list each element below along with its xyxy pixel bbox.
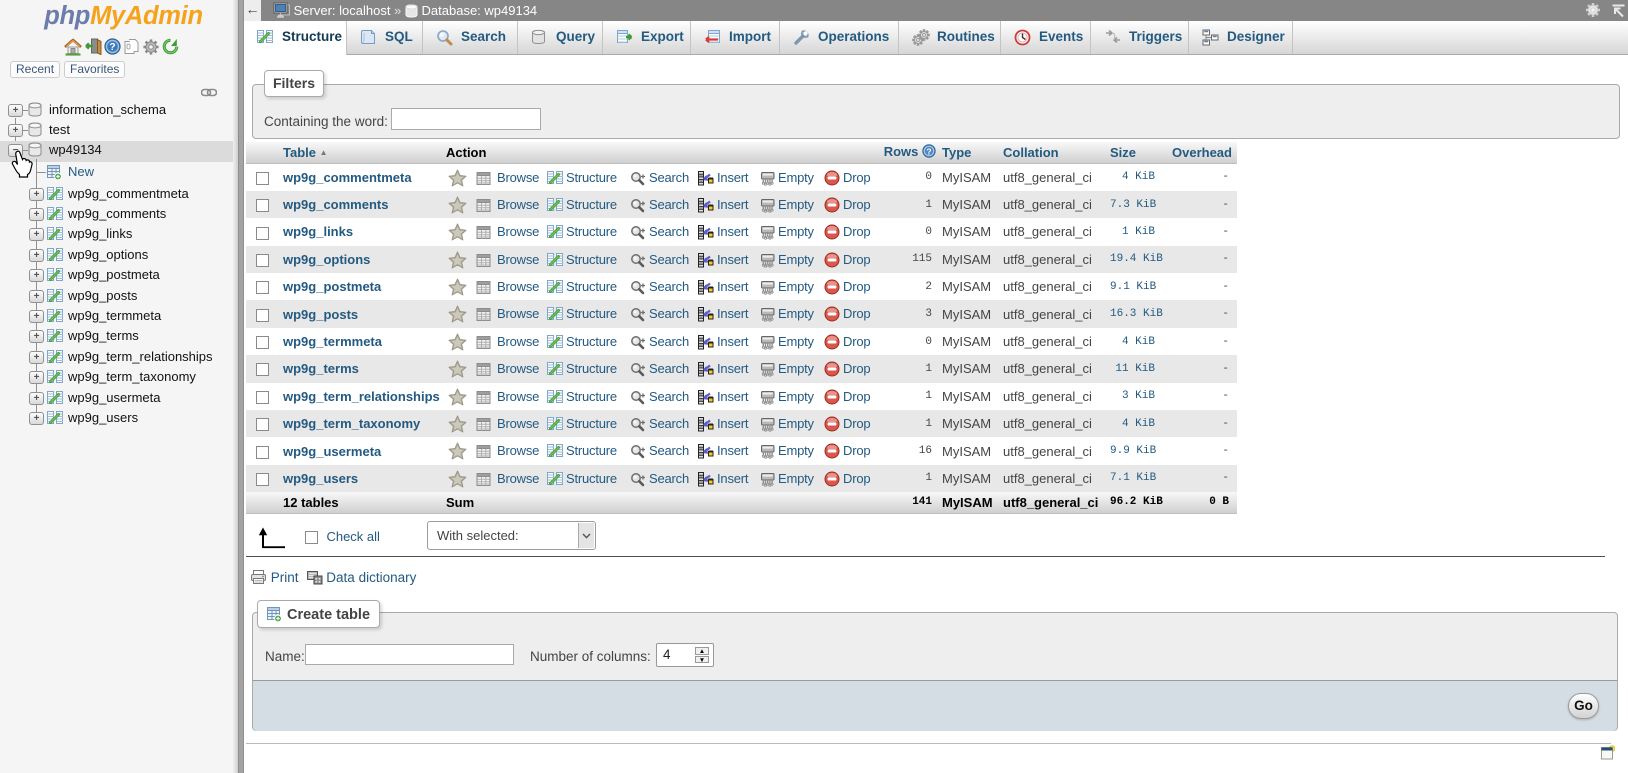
- svg-text:?: ?: [926, 146, 931, 156]
